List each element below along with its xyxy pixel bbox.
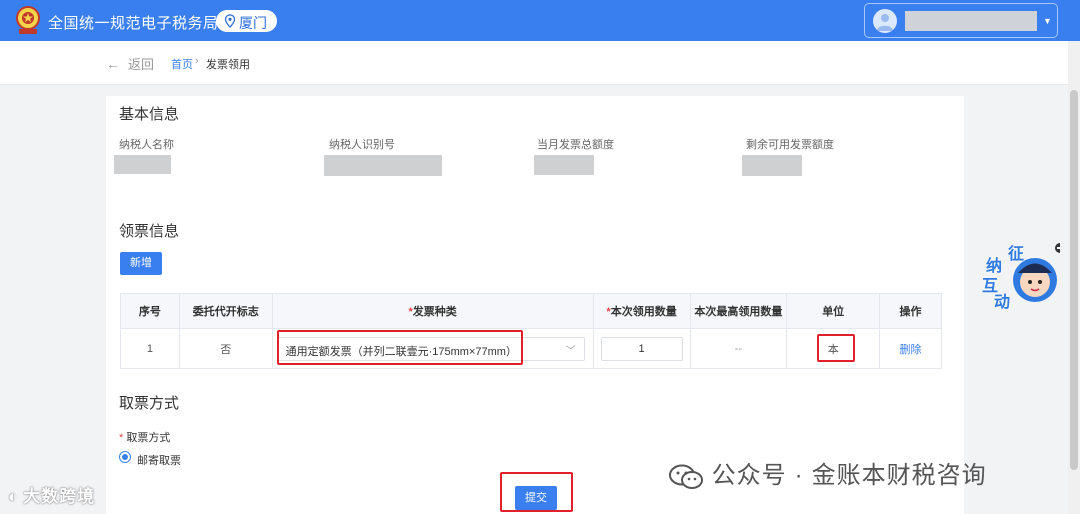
username-redacted: [905, 11, 1037, 31]
watermark-left-text: 大数跨境: [23, 487, 96, 506]
col-max-quantity: 本次最高领用数量: [689, 293, 788, 329]
mascot-char-dong: 动: [994, 294, 1011, 311]
back-button[interactable]: ← 返回: [106, 54, 154, 73]
required-mark: *: [119, 432, 124, 444]
monthly-quota-label: 当月发票总额度: [537, 139, 614, 151]
mascot-char-zheng: 征: [1008, 246, 1025, 263]
delete-cell: 删除: [879, 328, 942, 369]
pickup-label-text: 取票方式: [126, 432, 171, 444]
location-pin-icon: [224, 14, 236, 28]
back-label: 返回: [128, 57, 155, 72]
monthly-quota-redacted: [534, 155, 594, 175]
col-invoice-type-label: 发票种类: [412, 306, 457, 318]
taxpayer-id-label: 纳税人识别号: [329, 139, 395, 151]
site-title: 全国统一规范电子税务局: [48, 15, 219, 32]
remaining-quota-redacted: [742, 155, 802, 176]
taxpayer-name-redacted: [114, 155, 171, 174]
remaining-quota-label: 剩余可用发票额度: [746, 139, 834, 151]
unit-highlight: [817, 334, 855, 362]
add-button[interactable]: 新增: [120, 252, 162, 275]
table-header-row: 序号 委托代开标志 *发票种类 *本次领用数量 本次最高领用数量 单位 操作: [120, 293, 942, 329]
mail-pickup-label: 邮寄取票: [137, 455, 181, 467]
avatar: [873, 9, 897, 33]
scrollbar-thumb[interactable]: [1070, 90, 1078, 470]
user-icon: [877, 14, 893, 31]
quantity-cell: 1: [592, 328, 691, 369]
submit-highlight: [500, 472, 573, 512]
wechat-icon: [668, 464, 704, 490]
breadcrumb-home-link[interactable]: 首页: [171, 56, 193, 72]
col-action: 操作: [879, 293, 942, 329]
tax-emblem-icon: [16, 6, 40, 34]
col-invoice-type: *发票种类: [271, 293, 594, 329]
breadcrumb-current: 发票领用: [206, 59, 250, 71]
interaction-mascot-widget[interactable]: 征 纳 互 动: [980, 240, 1065, 311]
pickup-title: 取票方式: [119, 395, 180, 412]
taxpayer-name-label: 纳税人名称: [119, 139, 174, 151]
watermark-left-logo-icon: ◐: [8, 487, 20, 506]
city-selector[interactable]: 厦门: [216, 10, 277, 32]
basic-info-title: 基本信息: [119, 106, 180, 123]
delete-link[interactable]: 删除: [900, 344, 922, 356]
watermark-right-name: 金账本财税咨询: [811, 462, 987, 489]
mail-pickup-radio[interactable]: [119, 451, 131, 463]
watermark-right-dot: ·: [794, 462, 804, 489]
row-agent-flag: 否: [178, 328, 273, 369]
chevron-down-icon: ﹀: [565, 345, 576, 357]
ticket-info-title: 领票信息: [119, 223, 180, 240]
quantity-input[interactable]: 1: [600, 336, 683, 361]
col-quantity-label: 本次领用数量: [610, 306, 677, 318]
watermark-left: ◐ 大数跨境: [8, 482, 95, 507]
col-unit: 单位: [786, 293, 881, 329]
col-agent-flag: 委托代开标志: [178, 293, 273, 329]
arrow-left-icon: ←: [106, 56, 120, 72]
city-label: 厦门: [239, 15, 267, 31]
watermark-right-prefix: 公众号: [711, 462, 787, 489]
col-quantity: *本次领用数量: [592, 293, 691, 329]
breadcrumb-bar: ← 返回 首页 › 发票领用: [0, 41, 1068, 85]
top-header: 全国统一规范电子税务局 厦门 ▼: [0, 0, 1080, 41]
pickup-field-label: * 取票方式: [119, 429, 170, 445]
row-max-quantity: --: [689, 328, 788, 369]
row-index: 1: [120, 328, 180, 369]
col-index: 序号: [120, 293, 180, 329]
invoice-type-highlight: [277, 330, 523, 365]
breadcrumb-separator: ›: [195, 55, 199, 67]
watermark-right: 公众号 · 金账本财税咨询: [668, 455, 987, 490]
user-menu[interactable]: ▼: [864, 3, 1058, 38]
caret-down-icon: ▼: [1043, 16, 1052, 26]
taxpayer-id-redacted: [324, 155, 442, 176]
